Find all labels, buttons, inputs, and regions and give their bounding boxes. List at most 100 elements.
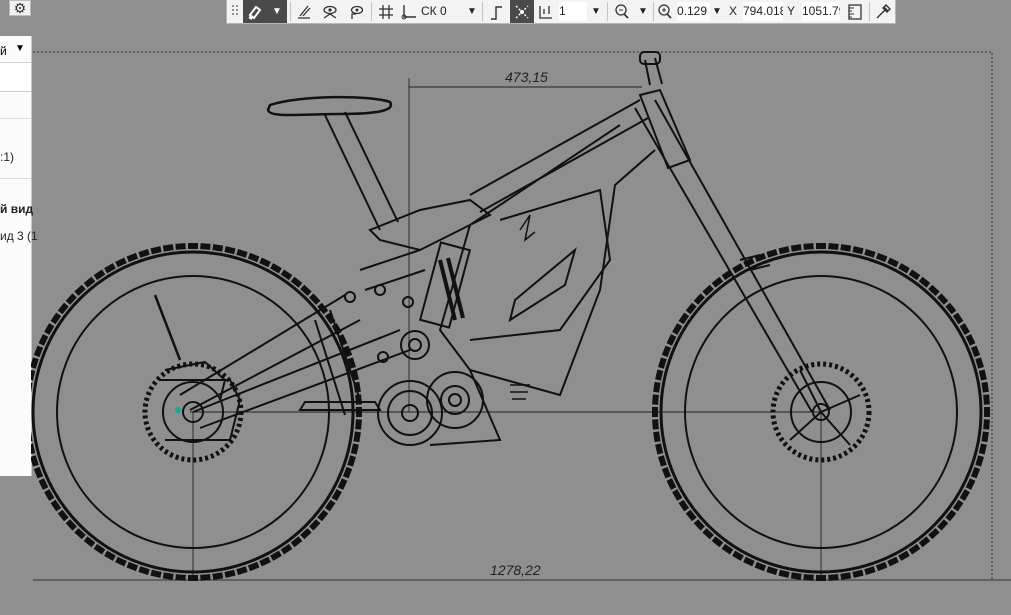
chevron-down-icon[interactable]: ▼ (638, 0, 648, 23)
tire-tread-knob (754, 252, 767, 263)
panel-dropdown[interactable]: й ▼ (0, 42, 31, 60)
chevron-down-icon[interactable]: ▼ (712, 0, 722, 23)
tire-tread-knob (652, 419, 659, 430)
tire-tread-knob (31, 443, 36, 455)
visibility-reset-icon[interactable] (345, 0, 367, 23)
bike-frame (153, 51, 861, 446)
sheet-frame (33, 51, 1011, 581)
views-header: й вид (0, 202, 34, 216)
divider (0, 178, 31, 179)
tire-tread-knob (864, 249, 876, 258)
coordinate-system-label[interactable]: СК 0 (421, 0, 447, 23)
tire-tread-knob (247, 252, 260, 263)
zoom-region-icon[interactable] (611, 0, 633, 23)
zoom-input[interactable]: 0.129 (677, 2, 710, 21)
tire-tread-knob (864, 566, 876, 575)
tire-tread-knob (224, 246, 236, 255)
panel-dropdown-text: й (0, 44, 7, 58)
tire-tread-knob (661, 345, 672, 358)
tire-tread-knob (766, 249, 778, 258)
step-icon[interactable] (536, 0, 556, 23)
tire-tread-knob (212, 572, 224, 580)
chevron-down-icon[interactable]: ▼ (591, 0, 601, 23)
divider (371, 2, 372, 21)
tire-tread-knob (236, 249, 248, 258)
divider (653, 2, 654, 21)
tire-tread-knob (652, 407, 658, 417)
tire-tread-knob (126, 252, 139, 263)
tire-tread-knob (803, 574, 814, 581)
tire-tread-knob (983, 394, 990, 405)
tracking-icon[interactable] (510, 0, 534, 23)
tire-tread-knob (175, 574, 186, 581)
tire-tread-knob (766, 566, 778, 575)
tire-tread-knob (138, 566, 150, 575)
snap-toolbar: ▼ СК 0 ▼ 1 ▼ ▼ 0.129 ▼ X 794.018 Y 1051.… (226, 0, 896, 24)
grid-icon[interactable] (375, 0, 397, 23)
tire-tread-knob (188, 575, 198, 581)
tire-tread-knob (658, 357, 667, 369)
properties-panel: й ▼ :1) й вид ид 3 (1 (0, 36, 38, 476)
tire-tread-knob (816, 243, 826, 249)
chevron-down-icon[interactable]: ▼ (467, 0, 477, 23)
dimension-top-text: 473,15 (505, 69, 548, 85)
tire-tread-knob (983, 419, 990, 430)
divider (869, 2, 870, 21)
tire-tread-knob (658, 455, 667, 467)
tire-tread-knob (33, 345, 44, 358)
tire-tread-knob (138, 249, 150, 258)
grip-icon[interactable] (229, 0, 241, 23)
visibility-icon[interactable] (319, 0, 341, 23)
tire-tread-knob (236, 566, 248, 575)
tire-tread-knob (175, 243, 186, 250)
tire-tread-knob (212, 244, 224, 252)
anchor-point[interactable] (175, 407, 181, 413)
y-label: Y (787, 4, 796, 18)
tire-tread-knob (970, 345, 981, 358)
tire-tread-knob (356, 407, 362, 417)
y-coordinate-input[interactable]: 1051.79 (802, 2, 840, 21)
tire-tread-knob (975, 357, 984, 369)
tire-tread-knob (981, 381, 989, 393)
x-label: X (729, 4, 738, 18)
tire-tread-knob (778, 246, 790, 255)
tire-tread-knob (790, 244, 802, 252)
tire-tread-knob (247, 561, 260, 572)
tire-tread-knob (150, 246, 162, 255)
tire-tread-knob (188, 243, 198, 249)
snap-icon[interactable] (293, 0, 315, 23)
tire-tread-knob (150, 569, 162, 578)
tire-tread-knob (981, 431, 989, 443)
tire-tread-knob (978, 369, 987, 381)
ortho-icon[interactable] (485, 0, 507, 23)
eyedropper-icon[interactable] (872, 0, 894, 23)
step-input[interactable]: 1 (559, 2, 587, 21)
tire-tread-knob (162, 244, 174, 252)
measure-icon[interactable] (844, 0, 866, 23)
chevron-down-icon[interactable]: ▼ (267, 0, 287, 23)
tire-tread-knob (840, 244, 852, 252)
x-coordinate-input[interactable]: 794.018 (743, 2, 783, 21)
chevron-down-icon: ▼ (15, 43, 25, 54)
tire-tread-knob (816, 575, 826, 581)
panel-input-field[interactable] (0, 62, 31, 92)
tire-tread-knob (162, 572, 174, 580)
tire-tread-knob (350, 443, 359, 455)
center-lines (190, 78, 822, 578)
coordinate-system-icon[interactable] (399, 0, 419, 23)
dimension-bottom-text: 1278,22 (490, 562, 541, 578)
tire-tread-knob (875, 252, 888, 263)
tire-tread-knob (653, 431, 661, 443)
tire-tread-knob (875, 561, 888, 572)
divider (607, 2, 608, 21)
gear-icon[interactable]: ⚙ (9, 0, 31, 16)
tire-tread-knob (975, 455, 984, 467)
divider (482, 2, 483, 21)
tire-tread-knob (754, 561, 767, 572)
magnet-icon[interactable] (243, 0, 267, 23)
drawing-canvas[interactable]: 473,15 1278,22 (31, 24, 1011, 615)
divider (0, 118, 31, 119)
tire-tread-knob (661, 466, 672, 479)
zoom-icon[interactable] (655, 0, 675, 23)
view-scale-text: :1) (0, 150, 15, 164)
